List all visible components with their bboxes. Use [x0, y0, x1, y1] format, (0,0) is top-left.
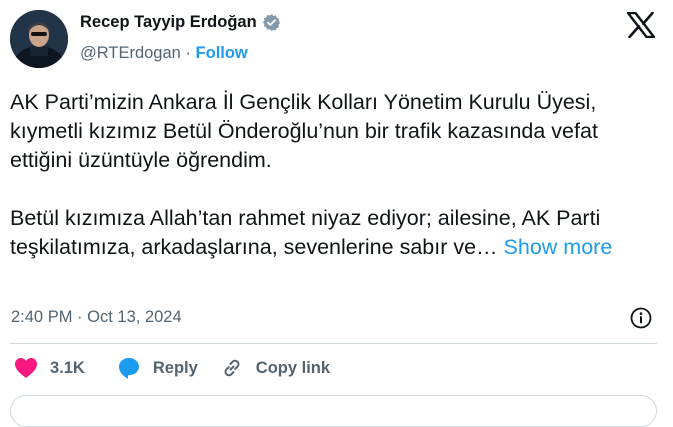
tweet-paragraph-2: Betül kızımıza Allah’tan rahmet niyaz ed…	[10, 204, 660, 262]
author-display-name[interactable]: Recep Tayyip Erdoğan	[80, 13, 257, 32]
reply-label: Reply	[152, 358, 198, 377]
tweet-time: 2:40 PM	[11, 308, 73, 326]
copy-link-label: Copy link	[255, 358, 331, 377]
avatar-image	[10, 10, 68, 68]
info-icon[interactable]	[629, 306, 653, 330]
x-logo-icon[interactable]	[626, 11, 656, 39]
follow-button[interactable]: Follow	[196, 44, 248, 62]
copy-link-button[interactable]: Copy link	[220, 356, 330, 380]
show-more-link[interactable]: Show more	[504, 235, 613, 259]
like-count: 3.1K	[50, 358, 85, 377]
divider	[10, 343, 657, 344]
avatar[interactable]	[10, 10, 68, 68]
author-handle[interactable]: @RTErdogan	[80, 44, 181, 62]
tweet-timestamp[interactable]: 2:40 PM · Oct 13, 2024	[11, 308, 182, 327]
tweet-actions: 3.1K Reply Copy link	[14, 356, 330, 380]
tweet-paragraph-1: AK Parti’mizin Ankara İl Gençlik Kolları…	[10, 90, 598, 172]
reply-button[interactable]: Reply	[117, 356, 198, 380]
tweet-text: AK Parti’mizin Ankara İl Gençlik Kolları…	[10, 88, 660, 262]
read-replies-button[interactable]	[10, 395, 657, 427]
heart-icon	[14, 357, 38, 379]
handle-separator: ·	[185, 44, 191, 62]
tweet-date: Oct 13, 2024	[87, 308, 182, 326]
author-name-row: Recep Tayyip Erdoğan	[80, 13, 281, 32]
like-button[interactable]: 3.1K	[14, 357, 85, 379]
author-handle-row: @RTErdogan · Follow	[80, 44, 248, 63]
link-icon	[220, 356, 244, 380]
timestamp-separator: ·	[77, 308, 83, 326]
verified-badge-icon	[262, 13, 281, 32]
reply-bubble-icon	[117, 356, 141, 380]
tweet-card: Recep Tayyip Erdoğan @RTErdogan · Follow…	[0, 0, 673, 427]
